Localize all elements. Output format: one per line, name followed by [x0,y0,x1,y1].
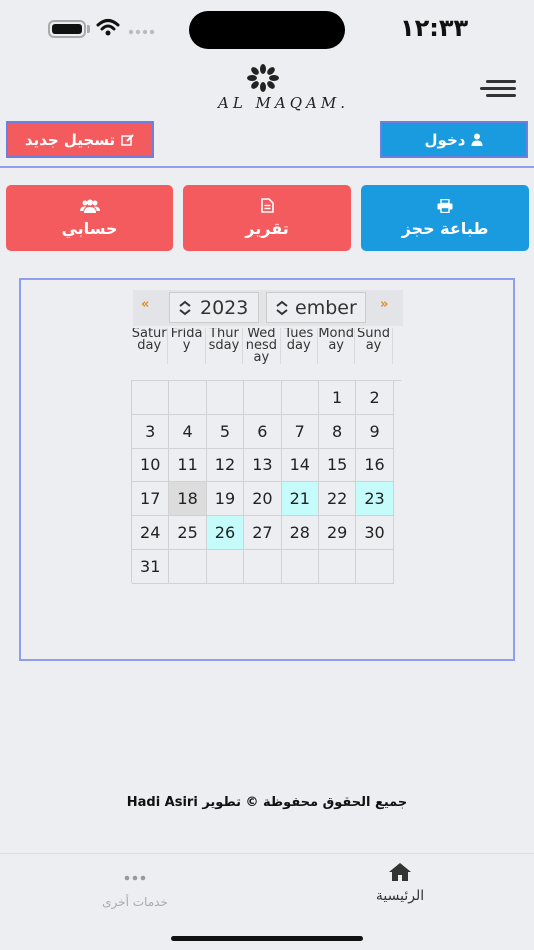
tab-home-label: الرئيسية [375,888,425,904]
home-indicator [171,936,363,941]
calendar-day[interactable]: 7 [281,414,319,449]
calendar-day[interactable]: 31 [132,549,170,584]
dynamic-island [189,11,345,49]
login-label: دخول [424,130,466,149]
weekday-label: Thursday [206,328,244,364]
tab-home[interactable]: الرئيسية [360,862,440,904]
calendar-empty-cell [206,381,245,415]
calendar-day[interactable]: 3 [132,414,170,449]
print-booking-label: طباعة حجز [401,218,489,238]
edit-icon [121,133,134,146]
month-select[interactable]: ember [266,292,366,323]
tab-other-services[interactable]: خدمات أخرى [90,866,180,909]
calendar-day[interactable]: 21 [281,482,319,517]
calendar-empty-cell [244,381,282,415]
calendar-empty-cell [356,549,394,584]
more-dots-icon [124,875,146,881]
logo-text: AL MAQAM. [218,94,350,112]
report-label: تقرير [245,219,289,238]
status-time: ١٢:٣٣ [400,14,469,42]
weekday-label: Monday [318,328,356,364]
next-month-button[interactable]: » [380,297,388,312]
calendar-day[interactable]: 29 [318,516,357,550]
calendar-empty-cell [132,381,170,415]
copyright-text: جميع الحقوق محفوظة © تطوير Hadi Asiri [126,795,408,810]
battery-icon [48,20,86,38]
document-icon [260,198,274,213]
signal-icon [128,29,155,35]
flower-logo-icon [247,64,279,92]
hamburger-menu-icon[interactable] [480,80,516,100]
year-select[interactable]: 2023 [169,292,259,323]
calendar-grid: 1 2 3 4 5 6 7 8 9 10 11 12 13 14 15 16 17 18 19 20 21 22 23 24 2… [131,380,401,584]
calendar-day[interactable]: 18 [169,482,207,517]
updown-chevron-icon [276,300,288,315]
login-button[interactable]: دخول [380,121,528,158]
calendar-day[interactable]: 12 [206,448,245,483]
month-value: ember [295,296,357,319]
weekday-header: Saturday Friday Thursday Wednesday Tuesd… [131,328,403,364]
calendar-empty-cell [206,549,245,584]
calendar-day[interactable]: 13 [244,448,282,483]
users-icon [79,199,100,213]
prev-month-button[interactable]: « [141,297,149,312]
calendar-day[interactable]: 6 [244,414,282,449]
calendar-day[interactable]: 10 [132,448,170,483]
header-divider [0,166,534,168]
calendar-day[interactable]: 23 [356,482,394,517]
calendar-day[interactable]: 26 [206,516,245,550]
calendar-empty-cell [244,549,282,584]
calendar-day[interactable]: 16 [356,448,394,483]
calendar-empty-cell [169,549,207,584]
calendar-day[interactable]: 27 [244,516,282,550]
weekday-label: Saturday [131,328,169,364]
calendar-empty-cell [169,381,207,415]
wifi-icon [96,19,120,36]
calendar-day[interactable]: 4 [169,414,207,449]
tab-other-label: خدمات أخرى [102,895,168,909]
my-account-label: حسابي [61,218,118,238]
my-account-button[interactable]: حسابي [6,185,173,251]
calendar-day[interactable]: 20 [244,482,282,517]
calendar-day[interactable]: 14 [281,448,319,483]
calendar-day[interactable]: 19 [206,482,245,517]
calendar-empty-cell [281,381,319,415]
calendar-day[interactable]: 8 [318,414,357,449]
report-button[interactable]: تقرير [183,185,351,251]
register-button[interactable]: تسجيل جديد [6,121,154,158]
calendar-empty-cell [281,549,319,584]
weekday-label: Friday [168,328,206,364]
home-icon [389,863,411,881]
register-label: تسجيل جديد [24,130,116,149]
calendar-day[interactable]: 25 [169,516,207,550]
printer-icon [437,198,453,213]
calendar-day[interactable]: 22 [318,482,357,517]
calendar-day[interactable]: 11 [169,448,207,483]
weekday-label: Tuesday [281,328,318,364]
calendar-day[interactable]: 15 [318,448,357,483]
weekday-label: Sunday [355,328,393,364]
calendar-day[interactable]: 2 [356,381,394,415]
print-booking-button[interactable]: طباعة حجز [361,185,529,251]
calendar-day[interactable]: 24 [132,516,170,550]
calendar-day[interactable]: 28 [281,516,319,550]
calendar-day[interactable]: 17 [132,482,170,517]
updown-chevron-icon [179,300,191,315]
calendar-day[interactable]: 5 [206,414,245,449]
calendar-day[interactable]: 9 [356,414,394,449]
status-bar: ١٢:٣٣ [0,0,534,60]
calendar-empty-cell [318,549,357,584]
calendar-day[interactable]: 30 [356,516,394,550]
year-value: 2023 [200,296,249,319]
user-icon [471,133,483,146]
calendar-day[interactable]: 1 [318,381,357,415]
weekday-label: Wednesday [243,328,281,364]
